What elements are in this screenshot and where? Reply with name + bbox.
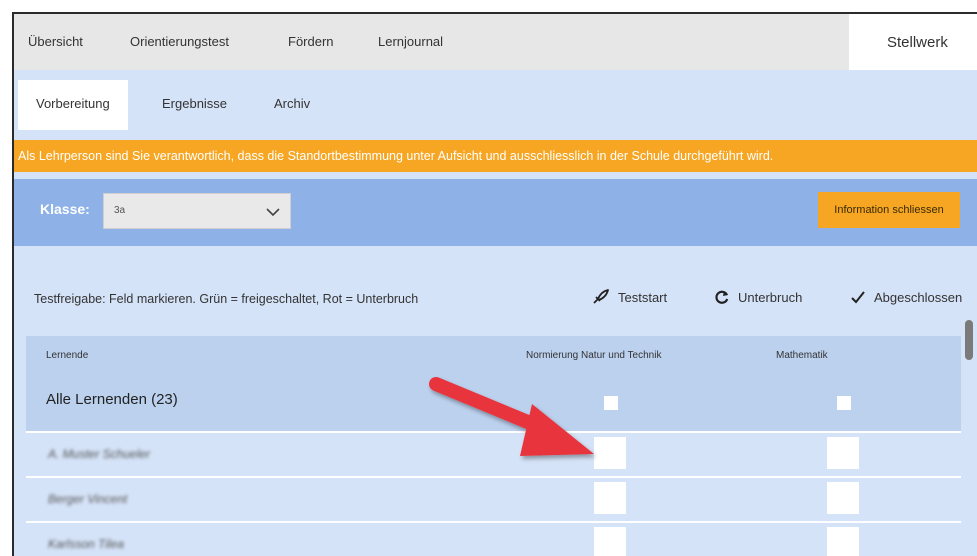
test-release-instructions: Testfreigabe: Feld markieren. Grün = fre… bbox=[34, 292, 419, 306]
close-info-button[interactable]: Information schliessen bbox=[818, 192, 960, 228]
all-test2-checkbox[interactable] bbox=[837, 396, 851, 410]
column-header-learners: Lernende bbox=[46, 350, 89, 361]
top-navigation: Übersicht Orientierungstest Fördern Lern… bbox=[14, 14, 977, 71]
tab-vorbereitung[interactable]: Vorbereitung bbox=[18, 80, 128, 130]
all-learners-label: Alle Lernenden (23) bbox=[46, 391, 178, 408]
nav-item-orientierungstest[interactable]: Orientierungstest bbox=[130, 14, 229, 70]
scroll-thumb[interactable] bbox=[965, 320, 973, 360]
learner-name: A. Muster Schueler bbox=[48, 447, 151, 461]
refresh-icon bbox=[715, 290, 729, 304]
app-frame: Übersicht Orientierungstest Fördern Lern… bbox=[12, 12, 977, 556]
brand-label: Stellwerk bbox=[849, 14, 977, 70]
warning-banner: Als Lehrperson sind Sie verantwortlich, … bbox=[14, 140, 977, 172]
legend-label-teststart: Teststart bbox=[618, 290, 668, 305]
test2-checkbox[interactable] bbox=[827, 527, 859, 556]
rocket-icon bbox=[593, 289, 609, 304]
nav-item-uebersicht[interactable]: Übersicht bbox=[28, 14, 83, 70]
tab-ergebnisse[interactable]: Ergebnisse bbox=[144, 80, 245, 130]
table-row: Berger Vincent bbox=[26, 476, 961, 521]
tab-archiv[interactable]: Archiv bbox=[256, 80, 328, 130]
annotation-arrow-icon bbox=[429, 377, 594, 456]
class-label: Klasse: bbox=[40, 201, 90, 217]
legend-teststart: Teststart bbox=[592, 289, 667, 305]
legend-unterbruch: Unterbruch bbox=[714, 289, 802, 305]
check-icon bbox=[851, 291, 865, 304]
sub-tabs: Vorbereitung Ergebnisse Archiv bbox=[14, 70, 977, 130]
chevron-down-icon bbox=[266, 204, 280, 222]
test1-checkbox[interactable] bbox=[594, 527, 626, 556]
test1-checkbox[interactable] bbox=[594, 482, 626, 514]
column-header-test1: Normierung Natur und Technik bbox=[526, 350, 662, 361]
nav-item-foerdern[interactable]: Fördern bbox=[288, 14, 334, 70]
learner-name: Karlsson Tilea bbox=[48, 537, 124, 551]
class-select[interactable]: 3a bbox=[103, 193, 291, 229]
legend-label-abgeschlossen: Abgeschlossen bbox=[874, 290, 963, 305]
legend-label-unterbruch: Unterbruch bbox=[738, 290, 803, 305]
class-selector-bar: Klasse: 3a Information schliessen bbox=[14, 179, 977, 246]
scrollbar[interactable] bbox=[962, 320, 976, 556]
class-select-value: 3a bbox=[114, 205, 126, 216]
test2-checkbox[interactable] bbox=[827, 482, 859, 514]
test2-checkbox[interactable] bbox=[827, 437, 859, 469]
column-header-test2: Mathematik bbox=[776, 350, 828, 361]
nav-item-lernjournal[interactable]: Lernjournal bbox=[378, 14, 443, 70]
legend-abgeschlossen: Abgeschlossen bbox=[850, 289, 962, 305]
table-row: Karlsson Tilea bbox=[26, 521, 961, 556]
learner-name: Berger Vincent bbox=[48, 492, 128, 506]
